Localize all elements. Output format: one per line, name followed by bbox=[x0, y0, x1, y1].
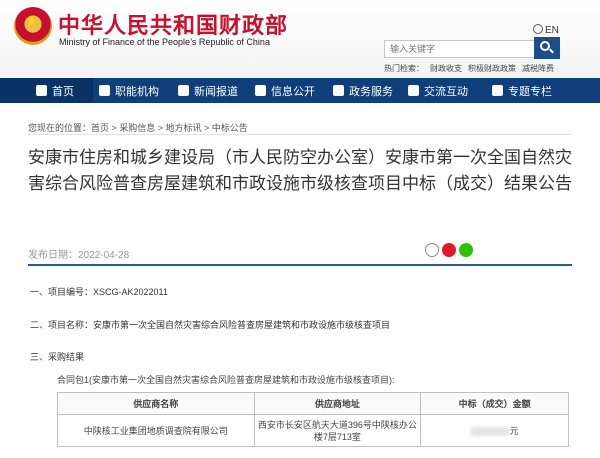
globe-icon bbox=[533, 24, 543, 34]
col-header-supplier: 供应商名称 bbox=[57, 392, 255, 415]
divider bbox=[28, 134, 572, 135]
search-input[interactable] bbox=[384, 40, 558, 58]
article-separator bbox=[28, 264, 572, 266]
search-button[interactable] bbox=[534, 37, 560, 59]
nav-item-interaction[interactable]: 交流互动 bbox=[408, 78, 468, 103]
col-header-address: 供应商地址 bbox=[253, 392, 422, 415]
nav-item-service[interactable]: 政务服务 bbox=[333, 78, 393, 103]
site-subtitle: Ministry of Finance of the People’s Repu… bbox=[59, 37, 270, 47]
nav-label: 首页 bbox=[52, 85, 74, 98]
share-icon[interactable] bbox=[425, 242, 439, 257]
language-switch[interactable]: EN bbox=[533, 24, 559, 36]
nav-label: 信息公开 bbox=[271, 85, 315, 98]
wechat-icon[interactable] bbox=[459, 242, 473, 257]
hot-link[interactable]: 减税降费 bbox=[522, 64, 554, 73]
redacted-amount bbox=[470, 426, 509, 436]
nav-label: 交流互动 bbox=[424, 85, 468, 98]
publish-date: 发布日期：2022-04-28 bbox=[28, 250, 130, 261]
org-icon bbox=[99, 85, 110, 96]
hot-link[interactable]: 财政收支 bbox=[430, 64, 462, 73]
nav-item-home[interactable]: 首页 bbox=[0, 78, 93, 103]
nav-item-org[interactable]: 职能机构 bbox=[99, 78, 159, 103]
news-icon bbox=[178, 85, 189, 96]
main-nav: 首页 职能机构 新闻报道 信息公开 政务服务 交流互动 专题专栏 bbox=[0, 78, 600, 103]
service-icon bbox=[333, 85, 344, 96]
share-bar bbox=[425, 241, 476, 259]
nav-label: 职能机构 bbox=[115, 85, 159, 98]
nav-item-topic[interactable]: 专题专栏 bbox=[492, 78, 552, 103]
hot-search: 热门检索： 财政收支 积极财政政策 减税降费 bbox=[384, 63, 560, 74]
info-icon bbox=[255, 85, 266, 96]
table-header-row: 供应商名称 供应商地址 中标（成交）金额 bbox=[57, 392, 569, 415]
hot-search-label: 热门检索： bbox=[384, 64, 424, 73]
nav-item-news[interactable]: 新闻报道 bbox=[178, 78, 238, 103]
article-title: 安康市住房和城乡建设局（市人民防空办公室）安康市第一次全国自然灾害综合风险普查房… bbox=[28, 148, 572, 193]
language-label: EN bbox=[545, 25, 559, 36]
site-header: ★ 中华人民共和国财政部 Ministry of Finance of the … bbox=[0, 0, 600, 78]
topic-icon bbox=[492, 85, 503, 96]
section-result: 三、采购结果 bbox=[30, 352, 85, 362]
table-row: 中陕核工业集团地质调查院有限公司 西安市长安区航天大道396号中陕核办公楼7层7… bbox=[57, 414, 569, 447]
nav-label: 政务服务 bbox=[349, 85, 393, 98]
amount-unit: 元 bbox=[509, 425, 519, 436]
interaction-icon bbox=[408, 85, 419, 96]
nav-label: 新闻报道 bbox=[194, 85, 238, 98]
col-header-amount: 中标（成交）金额 bbox=[420, 392, 569, 415]
supplier-name: 中陕核工业集团地质调查院有限公司 bbox=[57, 414, 255, 447]
award-amount: 元 bbox=[420, 414, 569, 447]
hot-link[interactable]: 积极财政政策 bbox=[468, 64, 516, 73]
breadcrumb[interactable]: 您现在的位置：首页 > 采购信息 > 地方标讯 > 中标公告 bbox=[28, 121, 248, 134]
site-title[interactable]: 中华人民共和国财政部 bbox=[58, 8, 288, 40]
section-project-name: 二、项目名称：安康市第一次全国自然灾害综合风险普查房屋建筑和市政设施市级核查项目 bbox=[30, 320, 391, 330]
national-emblem-icon: ★ bbox=[14, 7, 52, 45]
home-icon bbox=[36, 85, 47, 96]
result-table: 供应商名称 供应商地址 中标（成交）金额 中陕核工业集团地质调查院有限公司 西安… bbox=[57, 392, 569, 447]
contract-package: 合同包1(安康市第一次全国自然灾害综合风险普查房屋建筑和市政设施市级核查项目): bbox=[57, 375, 395, 385]
supplier-address: 西安市长安区航天大道396号中陕核办公楼7层713室 bbox=[253, 414, 422, 447]
nav-label: 专题专栏 bbox=[508, 85, 552, 98]
nav-item-info[interactable]: 信息公开 bbox=[255, 78, 315, 103]
weibo-icon[interactable] bbox=[442, 242, 456, 257]
section-project-number: 一、项目编号：XSCG-AK2022011 bbox=[30, 287, 168, 297]
